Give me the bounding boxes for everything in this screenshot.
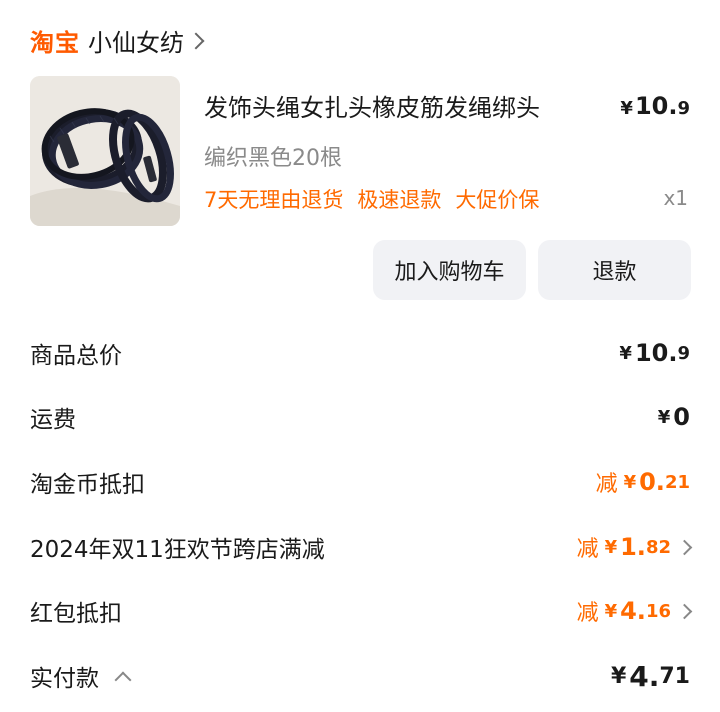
chevron-right-icon: [187, 32, 205, 50]
shop-header[interactable]: 淘宝 小仙女纺: [30, 22, 205, 58]
paid-decimal: 71: [659, 663, 690, 689]
coins-value: 减 ¥0. 21: [596, 466, 690, 498]
promo-row[interactable]: 2024年双11狂欢节跨店满减 减 ¥1. 82: [30, 527, 693, 567]
minus-label: 减: [595, 472, 618, 497]
redpacket-integer: 4.: [620, 597, 646, 625]
coins-integer: 0.: [639, 468, 665, 496]
yen-symbol: ¥: [604, 536, 618, 558]
paid-integer: 4.: [629, 659, 660, 693]
quantity: x1: [663, 186, 688, 210]
shipping-row: 运费 ¥0: [30, 397, 690, 437]
yen-symbol: ¥: [604, 600, 618, 622]
paid-value: ¥4. 71: [611, 660, 690, 693]
promo-integer: 1.: [620, 533, 646, 561]
tag-price-protect: 大促价保: [455, 188, 540, 212]
tag-return: 7天无理由退货: [204, 188, 344, 212]
yen-symbol: ¥: [657, 406, 671, 428]
tag-fast-refund: 极速退款: [357, 188, 442, 212]
shop-name[interactable]: 小仙女纺: [88, 23, 184, 58]
coins-row: 淘金币抵扣 减 ¥0. 21: [30, 462, 690, 502]
product-sku: 编织黑色20根: [204, 146, 342, 171]
shipping-amount: 0: [673, 403, 690, 431]
subtotal-label: 商品总价: [30, 343, 122, 369]
chevron-right-icon: [676, 603, 693, 619]
product-price: ¥10.9: [620, 92, 690, 120]
service-tags: 7天无理由退货 极速退款 大促价保: [204, 184, 539, 214]
yen-symbol: ¥: [619, 342, 632, 364]
shipping-label: 运费: [30, 407, 76, 433]
subtotal-value: ¥10. 9: [619, 339, 690, 367]
promo-decimal: 82: [645, 536, 671, 558]
redpacket-decimal: 16: [645, 600, 671, 622]
redpacket-label: 红包抵扣: [30, 601, 122, 627]
minus-label: 减: [576, 601, 599, 626]
yen-symbol: ¥: [623, 471, 637, 493]
subtotal-row: 商品总价 ¥10. 9: [30, 333, 690, 373]
chevron-right-icon: [676, 539, 693, 555]
subtotal-decimal: 9: [677, 342, 690, 364]
product-thumbnail[interactable]: [30, 76, 180, 226]
coins-decimal: 21: [664, 471, 690, 493]
subtotal-integer: 10.: [634, 339, 678, 367]
refund-button[interactable]: 退款: [538, 240, 691, 300]
redpacket-row[interactable]: 红包抵扣 减 ¥4. 16: [30, 591, 693, 631]
price-decimal: 9: [677, 98, 690, 119]
chevron-up-icon[interactable]: [114, 671, 132, 689]
taobao-logo: 淘宝: [30, 28, 80, 57]
redpacket-value: 减 ¥4. 16: [576, 595, 693, 627]
hair-ties-image: [30, 76, 180, 226]
coins-label: 淘金币抵扣: [30, 472, 145, 498]
paid-label-text: 实付款: [30, 666, 99, 692]
promo-label: 2024年双11狂欢节跨店满减: [30, 537, 325, 563]
shipping-value: ¥0: [658, 403, 690, 431]
paid-row[interactable]: 实付款 ¥4. 71: [30, 656, 690, 696]
minus-label: 减: [576, 537, 599, 562]
price-integer: 10.: [634, 92, 678, 120]
product-title[interactable]: 发饰头绳女扎头橡皮筋发绳绑头: [204, 88, 540, 123]
paid-label: 实付款: [30, 659, 132, 693]
yen-symbol: ¥: [610, 663, 627, 689]
add-to-cart-button[interactable]: 加入购物车: [373, 240, 526, 300]
promo-value: 减 ¥1. 82: [576, 531, 693, 563]
yen-symbol: ¥: [620, 98, 633, 119]
